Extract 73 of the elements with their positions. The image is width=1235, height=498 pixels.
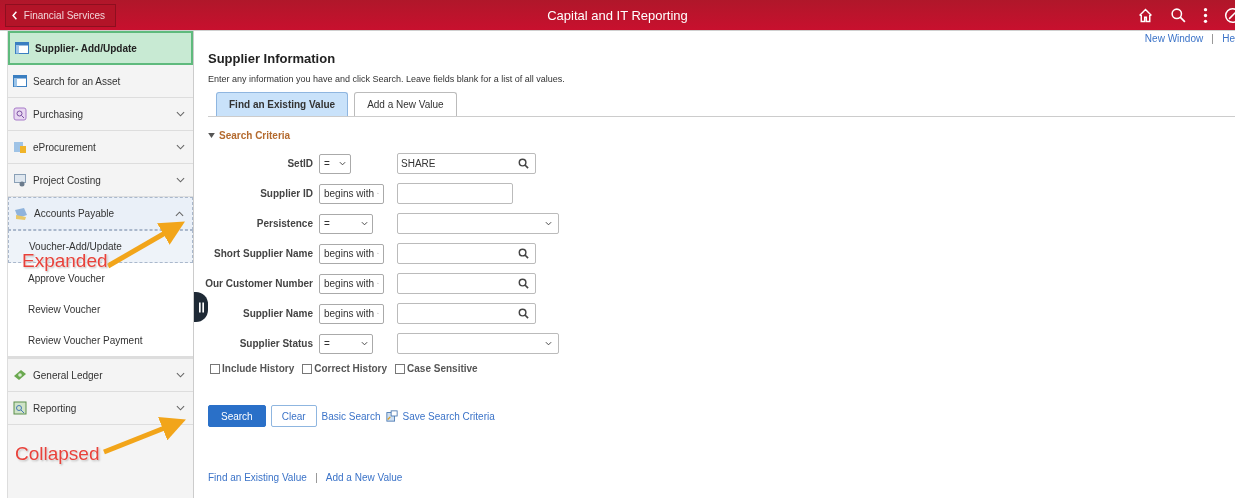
top-link[interactable]: He xyxy=(1212,33,1235,44)
field-label: Short Supplier Name xyxy=(214,248,313,259)
operator-dropdown[interactable]: begins with xyxy=(319,243,384,264)
lookup-field[interactable] xyxy=(397,273,536,294)
field-label: Supplier Name xyxy=(242,308,313,319)
search-icon[interactable] xyxy=(518,278,529,289)
collapse-triangle-icon[interactable] xyxy=(208,133,215,138)
operator-dropdown[interactable]: begins with xyxy=(319,273,384,294)
collapse-handle[interactable] xyxy=(194,292,208,322)
sidebar-item[interactable]: Accounts Payable xyxy=(8,197,193,230)
operator-dropdown[interactable]: begins with xyxy=(319,303,384,324)
page-title: Supplier Information xyxy=(208,51,337,66)
sidebar-item[interactable]: Supplier- Add/Update xyxy=(8,31,193,65)
pause-icon xyxy=(198,301,204,313)
save-search-criteria-link[interactable]: Save Search Criteria xyxy=(402,410,495,422)
lookup-field[interactable]: SHARE xyxy=(397,153,536,174)
payable-icon xyxy=(14,206,28,221)
sidebar-item[interactable]: Purchasing xyxy=(8,98,193,131)
footer-link[interactable]: Add a New Value xyxy=(315,472,403,483)
operator-dropdown[interactable]: begins with xyxy=(319,183,384,204)
sidebar-subitem[interactable]: Review Voucher Payment xyxy=(8,325,193,356)
save-criteria-icon[interactable] xyxy=(385,410,398,422)
sidebar-item[interactable]: eProcurement xyxy=(8,131,193,164)
more-icon[interactable] xyxy=(1203,6,1208,24)
costing-icon xyxy=(13,173,27,187)
footer-link[interactable]: Find an Existing Value xyxy=(208,472,307,483)
search-icon[interactable] xyxy=(518,158,529,169)
operator-dropdown[interactable]: = xyxy=(319,153,351,174)
sidebar-item[interactable]: Search for an Asset xyxy=(8,65,193,98)
sidebar-item[interactable]: General Ledger xyxy=(8,359,193,392)
operator-dropdown[interactable]: = xyxy=(319,333,373,354)
home-icon[interactable] xyxy=(1137,6,1154,24)
procurement-icon xyxy=(13,140,27,154)
page-header-title: Capital and IT Reporting xyxy=(547,7,688,23)
search-button[interactable]: Search xyxy=(208,405,266,427)
field-label: Our Customer Number xyxy=(205,278,313,289)
checkbox-label: Include History xyxy=(222,363,295,374)
purchasing-icon xyxy=(13,107,27,121)
search-icon[interactable] xyxy=(1170,6,1187,24)
dropdown-field[interactable] xyxy=(397,213,559,234)
page-icon xyxy=(15,41,29,55)
sidebar-item[interactable]: Reporting xyxy=(8,392,193,425)
checkbox[interactable] xyxy=(302,363,313,374)
search-icon[interactable] xyxy=(518,248,529,259)
ledger-icon xyxy=(13,368,27,382)
chevron-up-icon[interactable] xyxy=(175,210,184,217)
reporting-icon xyxy=(13,401,27,415)
annotation-label: Collapsed xyxy=(15,443,100,465)
checkbox-label: Correct History xyxy=(314,363,388,374)
back-icon xyxy=(12,9,18,21)
lookup-field[interactable] xyxy=(397,243,536,264)
dropdown-field[interactable] xyxy=(397,333,559,354)
sidebar-subitem[interactable]: Review Voucher xyxy=(8,294,193,325)
search-icon[interactable] xyxy=(518,308,529,319)
instructions: Enter any information you have and click Search. Leave fields blank for a list of all values. xyxy=(208,74,566,84)
field-label: Supplier Status xyxy=(239,338,313,349)
field-label: Persistence xyxy=(256,218,313,229)
section-title[interactable]: Search Criteria xyxy=(219,130,291,141)
field-label: Supplier ID xyxy=(260,188,313,199)
tab[interactable]: Add a New Value xyxy=(354,92,457,116)
lookup-field[interactable] xyxy=(397,303,536,324)
basic-search-link[interactable]: Basic Search xyxy=(321,410,381,422)
field-label: SetID xyxy=(287,158,313,169)
page-icon xyxy=(13,74,27,88)
back-button[interactable]: Financial Services xyxy=(5,3,116,27)
checkbox[interactable] xyxy=(210,363,220,374)
clear-button[interactable]: Clear xyxy=(270,405,317,427)
operator-dropdown[interactable]: = xyxy=(319,213,373,234)
checkbox[interactable] xyxy=(395,363,406,374)
top-link[interactable]: New Window xyxy=(1144,33,1204,44)
checkbox-label: Case Sensitive xyxy=(407,363,478,374)
input-field[interactable] xyxy=(397,183,513,204)
tab[interactable]: Find an Existing Value xyxy=(216,92,349,116)
